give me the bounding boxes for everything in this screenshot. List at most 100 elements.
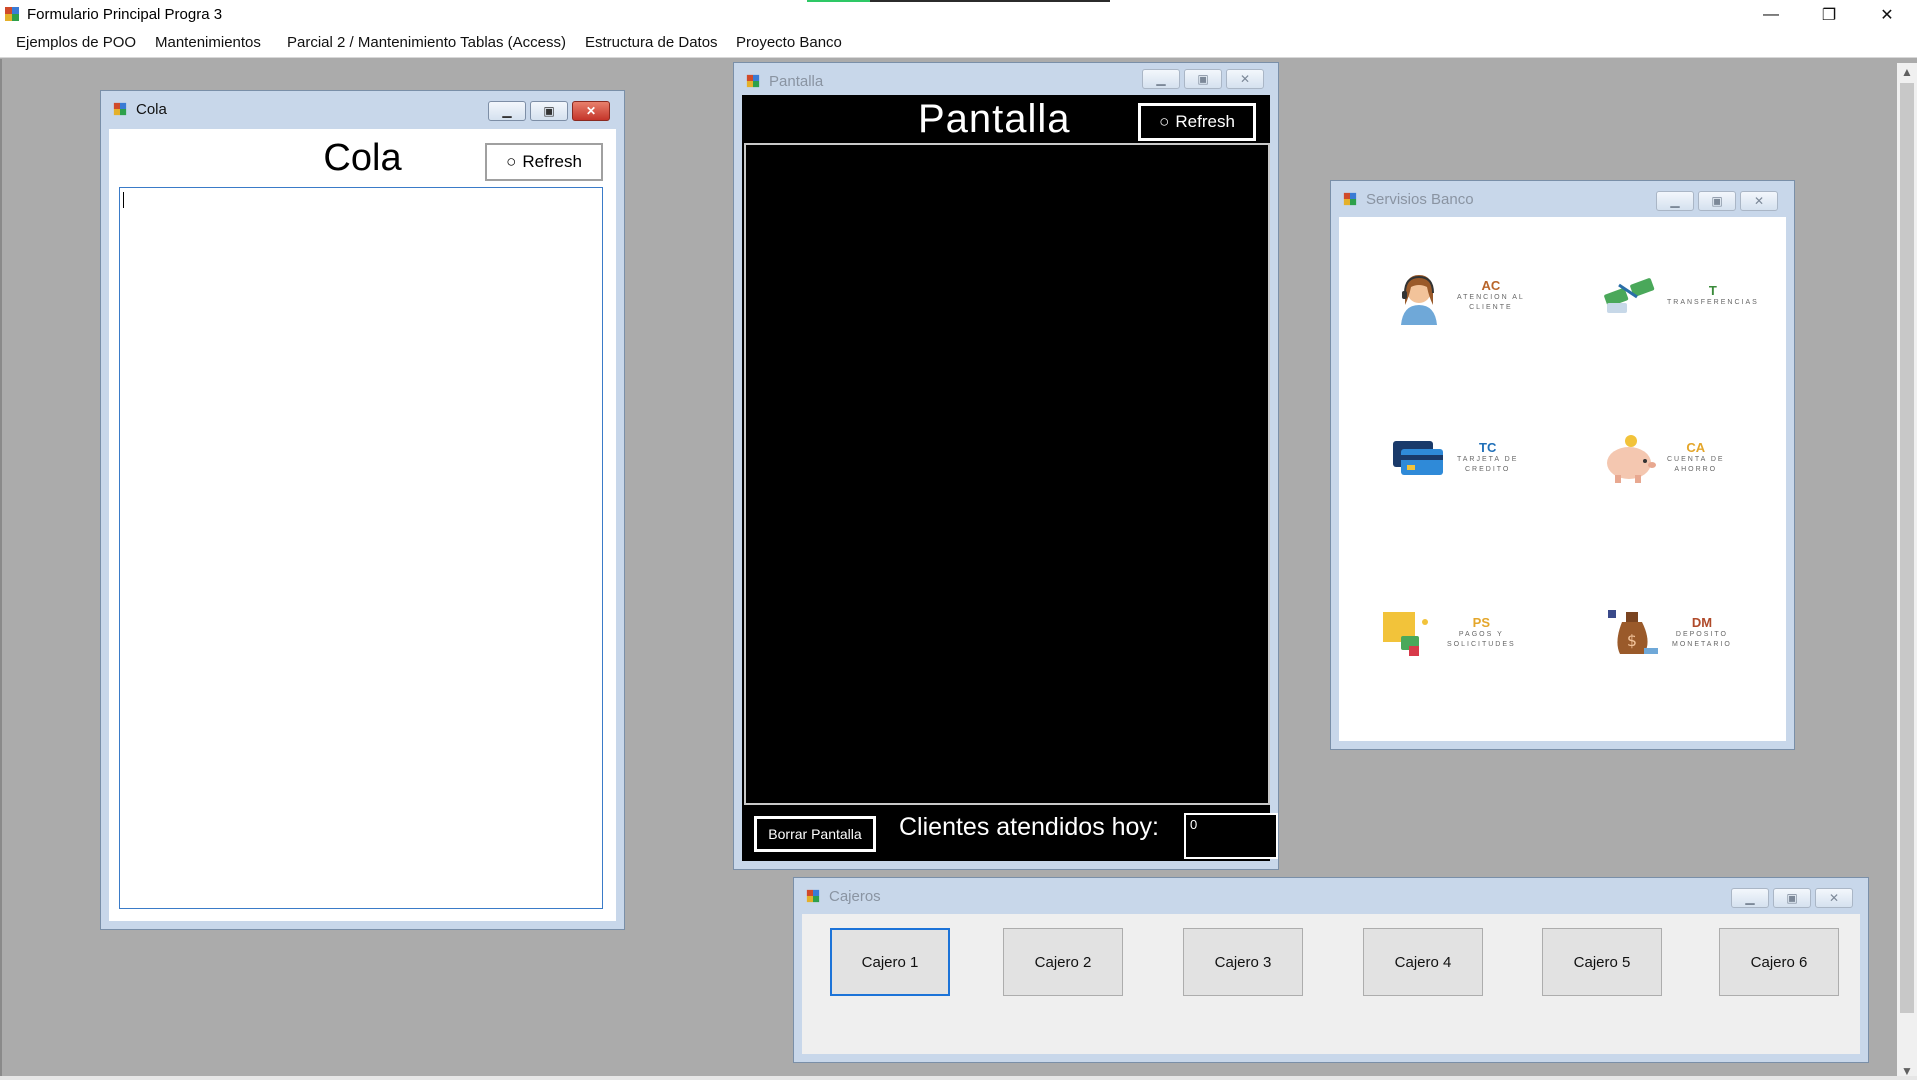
credit-card-icon xyxy=(1393,441,1443,475)
close-button[interactable]: ✕ xyxy=(1858,0,1916,30)
pantalla-heading: Pantalla xyxy=(918,97,1071,141)
cola-close-button[interactable]: ✕ xyxy=(572,101,610,121)
title-accent-segment xyxy=(807,0,870,2)
pantalla-maximize-button[interactable]: ▣ xyxy=(1184,69,1222,89)
service-code: DM xyxy=(1691,614,1713,630)
service-tc-button[interactable]: TC TARJETA DE CREDITO xyxy=(1389,427,1518,487)
service-code: T xyxy=(1708,282,1717,298)
service-code: AC xyxy=(1481,277,1501,293)
borrar-pantalla-button[interactable]: Borrar Pantalla xyxy=(754,816,876,852)
cajeros-minimize-button[interactable]: ▁ xyxy=(1731,888,1769,908)
form-icon xyxy=(1343,192,1357,206)
menu-bar: Ejemplos de POO Mantenimientos Parcial 2… xyxy=(0,30,1917,58)
bottom-edge xyxy=(0,1076,1917,1080)
service-desc: TARJETA DE xyxy=(1457,455,1519,463)
form-icon xyxy=(113,102,127,116)
service-desc: PAGOS Y xyxy=(1458,630,1504,638)
pantalla-refresh-button[interactable]: ○ Refresh xyxy=(1138,103,1256,141)
money-bag-icon: $ xyxy=(1608,610,1658,654)
app-icon xyxy=(5,7,19,21)
cola-title-bar[interactable]: Cola ▁ ▣ ✕ xyxy=(101,91,624,125)
form-icon xyxy=(746,74,760,88)
servicios-window: Servisios Banco ▁ ▣ ✕ AC ATENCION AL CLI… xyxy=(1330,180,1795,750)
service-desc: ATENCION AL xyxy=(1457,293,1525,301)
cola-maximize-button[interactable]: ▣ xyxy=(530,101,568,121)
main-title-bar: Formulario Principal Progra 3 — ❐ ✕ xyxy=(0,0,1917,30)
cajeros-window: Cajeros ▁ ▣ ✕ Cajero 1 Cajero 2 Cajero 3… xyxy=(793,877,1869,1063)
menu-ejemplos-poo[interactable]: Ejemplos de POO xyxy=(16,34,136,51)
servicios-title-bar[interactable]: Servisios Banco ▁ ▣ ✕ xyxy=(1331,181,1794,215)
piggy-bank-icon xyxy=(1607,435,1656,483)
service-desc: CLIENTE xyxy=(1469,303,1513,311)
pantalla-title-bar[interactable]: Pantalla ▁ ▣ ✕ xyxy=(734,63,1278,97)
svg-text:$: $ xyxy=(1627,631,1637,650)
restore-button[interactable]: ❐ xyxy=(1800,0,1858,30)
service-desc: AHORRO xyxy=(1674,465,1718,473)
menu-proyecto-banco[interactable]: Proyecto Banco xyxy=(736,34,842,51)
menu-mantenimientos[interactable]: Mantenimientos xyxy=(155,34,261,51)
pantalla-window: Pantalla ▁ ▣ ✕ Pantalla ○ Refresh Borrar… xyxy=(733,62,1279,870)
pantalla-close-button[interactable]: ✕ xyxy=(1226,69,1264,89)
clientes-atendidos-field[interactable]: 0 xyxy=(1184,813,1278,859)
cajeros-close-button[interactable]: ✕ xyxy=(1815,888,1853,908)
pantalla-display-panel xyxy=(744,143,1270,805)
cajero-2-button[interactable]: Cajero 2 xyxy=(1003,928,1123,996)
pantalla-minimize-button[interactable]: ▁ xyxy=(1142,69,1180,89)
cola-refresh-label: Refresh xyxy=(522,152,582,171)
service-desc: CUENTA DE xyxy=(1667,455,1725,463)
service-ca-button[interactable]: CA CUENTA DE AHORRO xyxy=(1599,427,1725,487)
minimize-button[interactable]: — xyxy=(1742,0,1800,30)
service-t-button[interactable]: T TRANSFERENCIAS xyxy=(1599,265,1759,325)
service-dm-button[interactable]: $ DM DEPOSITO MONETARIO xyxy=(1604,602,1732,662)
cajero-6-button[interactable]: Cajero 6 xyxy=(1719,928,1839,996)
service-desc: TRANSFERENCIAS xyxy=(1667,298,1759,306)
pantalla-window-title: Pantalla xyxy=(769,73,824,90)
servicios-maximize-button[interactable]: ▣ xyxy=(1698,191,1736,211)
cajero-1-button[interactable]: Cajero 1 xyxy=(830,928,950,996)
servicios-minimize-button[interactable]: ▁ xyxy=(1656,191,1694,211)
menu-parcial-2[interactable]: Parcial 2 / Mantenimiento Tablas (Access… xyxy=(287,34,566,51)
cajeros-body: Cajero 1 Cajero 2 Cajero 3 Cajero 4 Caje… xyxy=(802,914,1860,1054)
pantalla-refresh-label: Refresh xyxy=(1175,112,1235,131)
servicios-body: AC ATENCION AL CLIENTE T TRANSFERENCIAS xyxy=(1339,217,1786,741)
service-code: TC xyxy=(1479,439,1497,455)
cola-window: Cola ▁ ▣ ✕ Cola ○ Refresh xyxy=(100,90,625,930)
service-desc: SOLICITUDES xyxy=(1447,640,1516,648)
refresh-icon: ○ xyxy=(506,152,517,171)
service-desc: CREDITO xyxy=(1464,465,1511,473)
servicios-close-button[interactable]: ✕ xyxy=(1740,191,1778,211)
cajeros-maximize-button[interactable]: ▣ xyxy=(1773,888,1811,908)
text-caret xyxy=(123,192,124,208)
cajero-3-button[interactable]: Cajero 3 xyxy=(1183,928,1303,996)
cajero-5-button[interactable]: Cajero 5 xyxy=(1542,928,1662,996)
money-transfer-icon xyxy=(1604,278,1655,313)
scroll-thumb[interactable] xyxy=(1900,83,1914,1013)
service-ac-button[interactable]: AC ATENCION AL CLIENTE xyxy=(1389,265,1525,325)
service-ps-button[interactable]: PS PAGOS Y SOLICITUDES xyxy=(1379,602,1516,662)
servicios-window-title: Servisios Banco xyxy=(1366,191,1474,208)
scroll-up-arrow-icon[interactable]: ▲ xyxy=(1897,63,1917,81)
cajeros-window-title: Cajeros xyxy=(829,888,881,905)
cola-refresh-button[interactable]: ○ Refresh xyxy=(485,143,603,181)
pantalla-body: Pantalla ○ Refresh Borrar Pantalla Clien… xyxy=(742,95,1278,861)
cajeros-title-bar[interactable]: Cajeros ▁ ▣ ✕ xyxy=(794,878,1868,912)
customer-service-icon xyxy=(1401,275,1437,325)
cola-textbox[interactable] xyxy=(119,187,603,909)
form-icon xyxy=(806,889,820,903)
menu-estructura-datos[interactable]: Estructura de Datos xyxy=(585,34,718,51)
cajero-4-button[interactable]: Cajero 4 xyxy=(1363,928,1483,996)
service-code: PS xyxy=(1472,614,1491,630)
cola-window-title: Cola xyxy=(136,101,167,118)
cola-body: Cola ○ Refresh xyxy=(109,129,616,921)
service-desc: MONETARIO xyxy=(1672,640,1732,648)
cola-minimize-button[interactable]: ▁ xyxy=(488,101,526,121)
vertical-scrollbar[interactable]: ▲ ▼ xyxy=(1897,63,1917,1080)
payments-folder-icon xyxy=(1383,612,1428,656)
clientes-atendidos-label: Clientes atendidos hoy: xyxy=(899,813,1159,841)
window-title: Formulario Principal Progra 3 xyxy=(27,6,223,23)
service-code: CA xyxy=(1686,439,1706,455)
service-desc: DEPOSITO xyxy=(1675,630,1728,638)
refresh-icon: ○ xyxy=(1159,112,1170,131)
app-root: Formulario Principal Progra 3 — ❐ ✕ Ejem… xyxy=(0,0,1917,1080)
title-accent-bar xyxy=(807,0,1110,2)
